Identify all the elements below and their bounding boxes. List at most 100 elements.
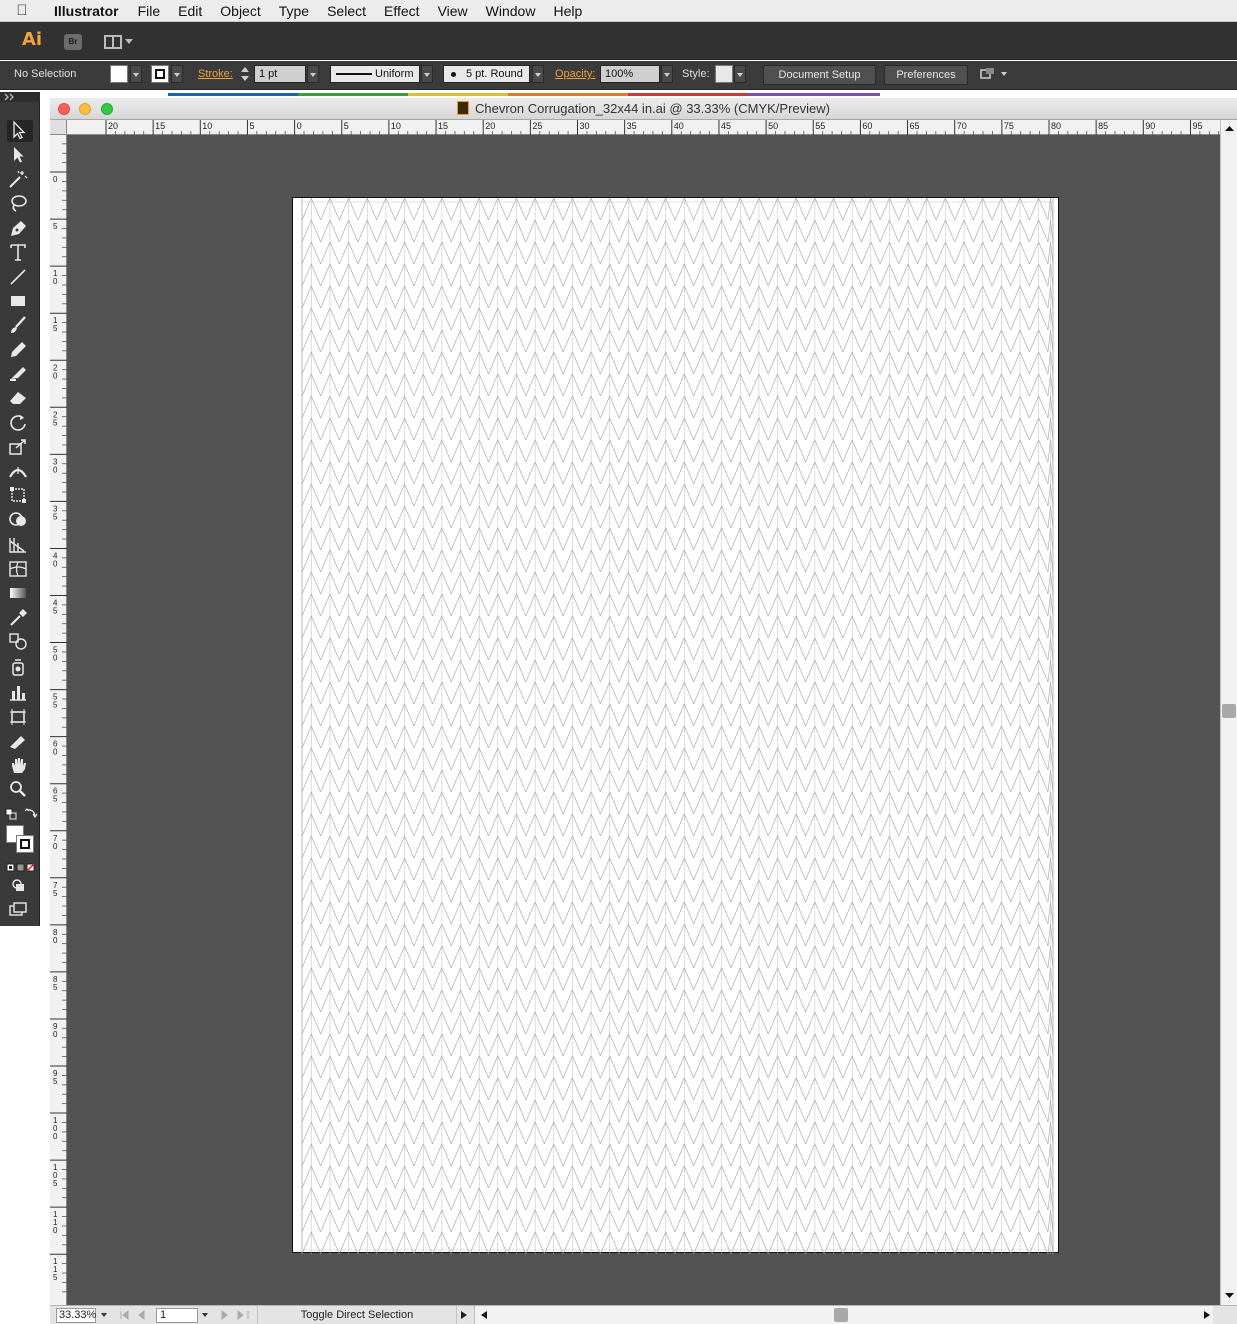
ruler-label-v: 5: [53, 128, 58, 137]
minimize-button[interactable]: [79, 103, 91, 115]
fill-swatch[interactable]: [110, 65, 128, 83]
pencil-tool[interactable]: [7, 339, 33, 361]
stroke-weight-stepper[interactable]: [239, 65, 251, 83]
selection-tool[interactable]: [7, 120, 33, 142]
profile-dropdown[interactable]: [421, 65, 433, 83]
menu-edit[interactable]: Edit: [169, 0, 211, 22]
svg-text:5: 5: [53, 1179, 58, 1188]
ruler-label-v: 35: [53, 504, 58, 521]
stroke-label[interactable]: Stroke:: [198, 68, 233, 80]
brush-dropdown[interactable]: [532, 65, 544, 83]
document-title-bar[interactable]: Chevron Corrugation_32x44 in.ai @ 33.33%…: [50, 98, 1237, 120]
svg-text:0: 0: [53, 371, 58, 380]
eyedropper-tool[interactable]: [7, 607, 33, 629]
menu-window[interactable]: Window: [477, 0, 545, 22]
bridge-button[interactable]: Br: [64, 34, 82, 50]
ruler-label-v: 95: [53, 1069, 58, 1086]
artboard-next-buttons: [221, 1309, 249, 1321]
horizontal-scroll-thumb[interactable]: [834, 1308, 848, 1322]
apple-icon[interactable]: : [0, 2, 44, 19]
menu-effect[interactable]: Effect: [375, 0, 429, 22]
ai-file-icon: [457, 101, 469, 115]
menu-type[interactable]: Type: [270, 0, 318, 22]
artboard-tool[interactable]: [7, 707, 33, 729]
ruler-label-v: 15: [53, 316, 58, 333]
svg-text:0: 0: [53, 175, 58, 184]
magic-wand-tool[interactable]: [7, 169, 33, 191]
pen-tool[interactable]: [7, 218, 33, 240]
paintbrush-tool[interactable]: [7, 315, 33, 337]
width-tool[interactable]: [7, 461, 33, 483]
fill-dropdown[interactable]: [130, 65, 142, 83]
shape-builder-tool[interactable]: [7, 510, 33, 532]
preferences-button[interactable]: Preferences: [884, 65, 968, 85]
direct-selection-tool[interactable]: [7, 145, 33, 167]
free-transform-tool[interactable]: [7, 485, 33, 507]
default-fill-stroke-icon[interactable]: [5, 807, 17, 820]
graphic-style-swatch[interactable]: [715, 65, 733, 83]
opacity-label[interactable]: Opacity:: [555, 68, 595, 80]
status-text[interactable]: Toggle Direct Selection: [257, 1306, 457, 1324]
document-setup-button[interactable]: Document Setup: [763, 65, 876, 85]
variable-width-profile[interactable]: Uniform: [330, 65, 420, 83]
scale-tool[interactable]: [7, 437, 33, 459]
horizontal-ruler[interactable]: 20 15 10 5 0 5 10 15 20 25 30 35 40 45 50 55 60 65 70 75 80 8…: [67, 120, 1220, 135]
mesh-tool[interactable]: [7, 559, 33, 581]
ruler-origin[interactable]: [50, 120, 67, 135]
eraser-tool[interactable]: [7, 387, 33, 409]
stroke-color-dropdown[interactable]: [171, 65, 183, 83]
selection-status: No Selection: [14, 68, 77, 80]
slice-tool[interactable]: [7, 731, 33, 753]
zoom-level-field[interactable]: 33.33%: [56, 1308, 96, 1323]
stroke-color-box[interactable]: [16, 835, 34, 853]
horizontal-scrollbar[interactable]: [474, 1306, 1213, 1324]
blend-tool[interactable]: [7, 631, 33, 653]
menu-view[interactable]: View: [429, 0, 477, 22]
column-graph-tool[interactable]: [7, 682, 33, 704]
control-menu-dropdown[interactable]: [999, 65, 1011, 83]
brush-definition[interactable]: 5 pt. Round: [443, 65, 530, 83]
menu-help[interactable]: Help: [544, 0, 591, 22]
lasso-tool[interactable]: [7, 193, 33, 215]
artboard-number-field[interactable]: 1: [156, 1308, 198, 1323]
chevron-down-icon: [125, 39, 133, 44]
pasteboard[interactable]: [67, 135, 1220, 1305]
drawing-modes-tool[interactable]: [7, 875, 33, 897]
opacity-dropdown[interactable]: [661, 65, 673, 83]
screen-mode-tool[interactable]: [7, 899, 33, 921]
opacity-field[interactable]: 100%: [600, 65, 660, 83]
menu-object[interactable]: Object: [211, 0, 269, 22]
vertical-scroll-thumb[interactable]: [1222, 704, 1236, 718]
menu-select[interactable]: Select: [318, 0, 375, 22]
close-button[interactable]: [58, 103, 70, 115]
zoom-button[interactable]: [101, 103, 113, 115]
type-tool[interactable]: [7, 242, 33, 264]
rectangle-tool[interactable]: [7, 291, 33, 313]
ruler-label-v: 5: [53, 222, 58, 231]
swap-fill-stroke-icon[interactable]: [24, 806, 38, 820]
artboard[interactable]: [292, 197, 1059, 1254]
svg-text:5: 5: [53, 607, 58, 616]
tools-panel-grip[interactable]: [0, 92, 40, 102]
arrange-icon[interactable]: [980, 67, 996, 81]
style-dropdown[interactable]: [734, 65, 746, 83]
color-mode-buttons[interactable]: [6, 860, 36, 872]
svg-text:5: 5: [53, 324, 58, 333]
menu-app-name[interactable]: Illustrator: [44, 0, 129, 22]
symbol-sprayer-tool[interactable]: [7, 657, 33, 679]
arrange-documents-button[interactable]: [104, 33, 134, 51]
direct-selection-arrow-icon: [14, 147, 24, 163]
stroke-weight-field[interactable]: 1 pt: [254, 65, 306, 83]
line-segment-tool[interactable]: [7, 267, 33, 289]
zoom-tool[interactable]: [7, 779, 33, 801]
blob-brush-tool[interactable]: [7, 363, 33, 385]
vertical-scrollbar[interactable]: [1220, 120, 1237, 1305]
stroke-swatch[interactable]: [151, 65, 169, 83]
gradient-tool[interactable]: [7, 583, 33, 605]
menu-file[interactable]: File: [129, 0, 170, 22]
perspective-grid-tool[interactable]: [7, 534, 33, 556]
vertical-ruler[interactable]: 5051015202530354045505560657075808590951…: [50, 128, 67, 1305]
rotate-tool[interactable]: [7, 412, 33, 434]
hand-tool[interactable]: [7, 755, 33, 777]
stroke-weight-dropdown[interactable]: [307, 65, 319, 83]
